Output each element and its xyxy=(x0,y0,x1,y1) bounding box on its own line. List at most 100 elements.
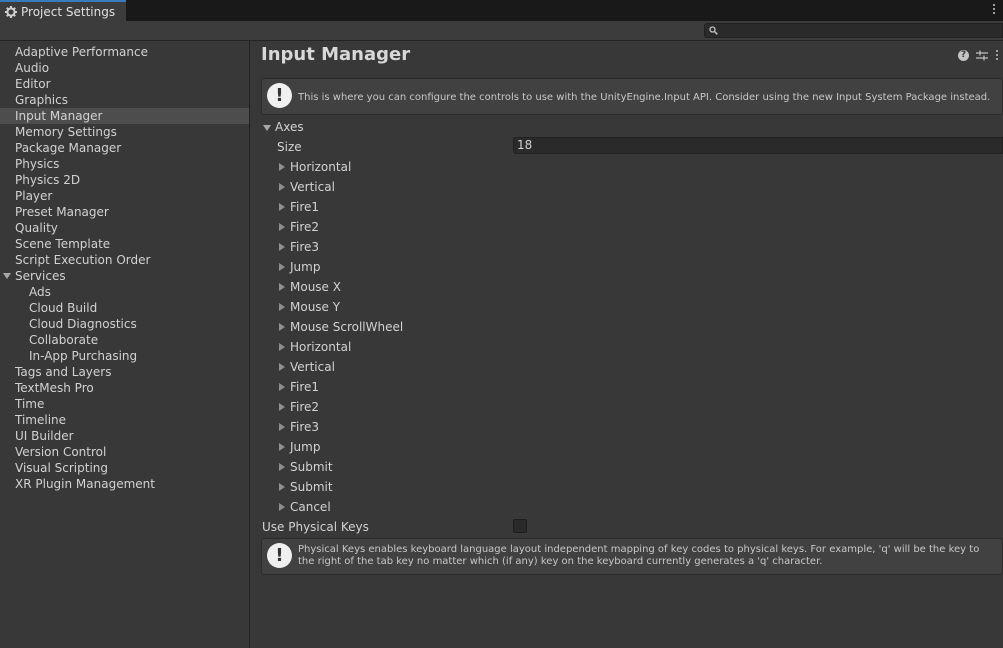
axis-name: Vertical xyxy=(290,180,335,194)
sidebar-item-version-control[interactable]: Version Control xyxy=(0,444,249,460)
more-options-icon[interactable] xyxy=(995,49,999,61)
foldout-collapsed-icon[interactable] xyxy=(279,263,285,271)
tab-bar: Project Settings xyxy=(0,0,1003,22)
sidebar-item-timeline[interactable]: Timeline xyxy=(0,412,249,428)
sidebar-item-ui-builder[interactable]: UI Builder xyxy=(0,428,249,444)
sidebar-item-tags-and-layers[interactable]: Tags and Layers xyxy=(0,364,249,380)
axis-name: Jump xyxy=(290,260,321,274)
sidebar-item-player[interactable]: Player xyxy=(0,188,249,204)
foldout-collapsed-icon[interactable] xyxy=(279,203,285,211)
axis-name: Fire1 xyxy=(290,380,320,394)
tab-project-settings[interactable]: Project Settings xyxy=(0,0,126,22)
axis-item[interactable]: Mouse ScrollWheel xyxy=(251,317,651,337)
sidebar-item-script-execution-order[interactable]: Script Execution Order xyxy=(0,252,249,268)
foldout-collapsed-icon[interactable] xyxy=(279,363,285,371)
axis-item[interactable]: Jump xyxy=(251,257,651,277)
axis-name: Fire3 xyxy=(290,420,320,434)
foldout-collapsed-icon[interactable] xyxy=(279,243,285,251)
foldout-collapsed-icon[interactable] xyxy=(279,183,285,191)
axis-name: Mouse X xyxy=(290,280,341,294)
sidebar-item-physics[interactable]: Physics xyxy=(0,156,249,172)
axis-item[interactable]: Cancel xyxy=(251,497,651,517)
foldout-collapsed-icon[interactable] xyxy=(279,443,285,451)
axis-item[interactable]: Fire1 xyxy=(251,377,651,397)
axis-item[interactable]: Fire2 xyxy=(251,397,651,417)
foldout-collapsed-icon[interactable] xyxy=(279,303,285,311)
sidebar-item-audio[interactable]: Audio xyxy=(0,60,249,76)
info-icon: ! xyxy=(267,83,292,108)
axis-name: Submit xyxy=(290,480,333,494)
info-icon: ! xyxy=(267,543,292,568)
axis-name: Submit xyxy=(290,460,333,474)
sidebar-item-editor[interactable]: Editor xyxy=(0,76,249,92)
window-menu-icon[interactable] xyxy=(991,3,997,17)
axis-item[interactable]: Vertical xyxy=(251,177,651,197)
search-input[interactable] xyxy=(704,23,1003,38)
sidebar-item-label: Services xyxy=(15,269,66,283)
sidebar-item-ads[interactable]: Ads xyxy=(0,284,249,300)
axis-name: Vertical xyxy=(290,360,335,374)
size-field[interactable]: 18 xyxy=(513,137,1003,154)
axis-item[interactable]: Fire1 xyxy=(251,197,651,217)
sidebar-item-graphics[interactable]: Graphics xyxy=(0,92,249,108)
foldout-collapsed-icon[interactable] xyxy=(279,323,285,331)
sidebar-item-physics-2d[interactable]: Physics 2D xyxy=(0,172,249,188)
size-row: Size xyxy=(251,137,511,157)
axis-item[interactable]: Submit xyxy=(251,477,651,497)
foldout-expanded-icon[interactable] xyxy=(3,273,11,279)
foldout-collapsed-icon[interactable] xyxy=(279,223,285,231)
foldout-collapsed-icon[interactable] xyxy=(279,383,285,391)
sidebar-item-adaptive-performance[interactable]: Adaptive Performance xyxy=(0,44,249,60)
sidebar-item-textmesh-pro[interactable]: TextMesh Pro xyxy=(0,380,249,396)
gear-icon xyxy=(5,6,17,18)
sidebar-item-input-manager[interactable]: Input Manager xyxy=(0,108,249,124)
axis-item[interactable]: Mouse Y xyxy=(251,297,651,317)
axis-name: Fire1 xyxy=(290,200,320,214)
foldout-expanded-icon[interactable] xyxy=(263,125,271,131)
foldout-collapsed-icon[interactable] xyxy=(279,503,285,511)
axis-item[interactable]: Mouse X xyxy=(251,277,651,297)
axis-item[interactable]: Submit xyxy=(251,457,651,477)
header-actions: ? xyxy=(958,49,999,61)
sidebar-item-services[interactable]: Services xyxy=(0,268,249,284)
sidebar-item-package-manager[interactable]: Package Manager xyxy=(0,140,249,156)
sidebar-item-cloud-build[interactable]: Cloud Build xyxy=(0,300,249,316)
foldout-collapsed-icon[interactable] xyxy=(279,283,285,291)
axis-item[interactable]: Jump xyxy=(251,437,651,457)
axis-item[interactable]: Fire2 xyxy=(251,217,651,237)
foldout-collapsed-icon[interactable] xyxy=(279,343,285,351)
foldout-collapsed-icon[interactable] xyxy=(279,403,285,411)
use-physical-keys-checkbox[interactable] xyxy=(513,519,527,533)
sidebar-item-xr-plugin-management[interactable]: XR Plugin Management xyxy=(0,476,249,492)
toolbar xyxy=(0,21,1003,41)
foldout-collapsed-icon[interactable] xyxy=(279,463,285,471)
axis-item[interactable]: Fire3 xyxy=(251,237,651,257)
axis-item[interactable]: Vertical xyxy=(251,357,651,377)
foldout-collapsed-icon[interactable] xyxy=(279,423,285,431)
sidebar-item-visual-scripting[interactable]: Visual Scripting xyxy=(0,460,249,476)
axes-foldout[interactable]: Axes xyxy=(251,117,1003,137)
sidebar-item-scene-template[interactable]: Scene Template xyxy=(0,236,249,252)
axis-item[interactable]: Horizontal xyxy=(251,337,651,357)
help-icon[interactable]: ? xyxy=(958,49,969,61)
physical-keys-helpbox: ! Physical Keys enables keyboard languag… xyxy=(261,538,1003,575)
sidebar-item-cloud-diagnostics[interactable]: Cloud Diagnostics xyxy=(0,316,249,332)
sidebar-item-collaborate[interactable]: Collaborate xyxy=(0,332,249,348)
axis-item[interactable]: Fire3 xyxy=(251,417,651,437)
axis-name: Jump xyxy=(290,440,321,454)
foldout-collapsed-icon[interactable] xyxy=(279,163,285,171)
foldout-collapsed-icon[interactable] xyxy=(279,483,285,491)
physical-keys-row: Use Physical Keys xyxy=(251,517,511,537)
axes-label: Axes xyxy=(275,120,304,134)
axis-item[interactable]: Horizontal xyxy=(251,157,651,177)
page-title: Input Manager xyxy=(261,44,411,65)
info-text: This is where you can configure the cont… xyxy=(298,92,991,103)
sidebar-item-memory-settings[interactable]: Memory Settings xyxy=(0,124,249,140)
sidebar-item-quality[interactable]: Quality xyxy=(0,220,249,236)
presets-icon[interactable] xyxy=(976,50,988,61)
sidebar-item-preset-manager[interactable]: Preset Manager xyxy=(0,204,249,220)
sidebar-item-time[interactable]: Time xyxy=(0,396,249,412)
settings-main-panel: Input Manager ? ! This is where you can … xyxy=(251,41,1003,648)
size-label: Size xyxy=(277,140,302,154)
sidebar-item-in-app-purchasing[interactable]: In-App Purchasing xyxy=(0,348,249,364)
